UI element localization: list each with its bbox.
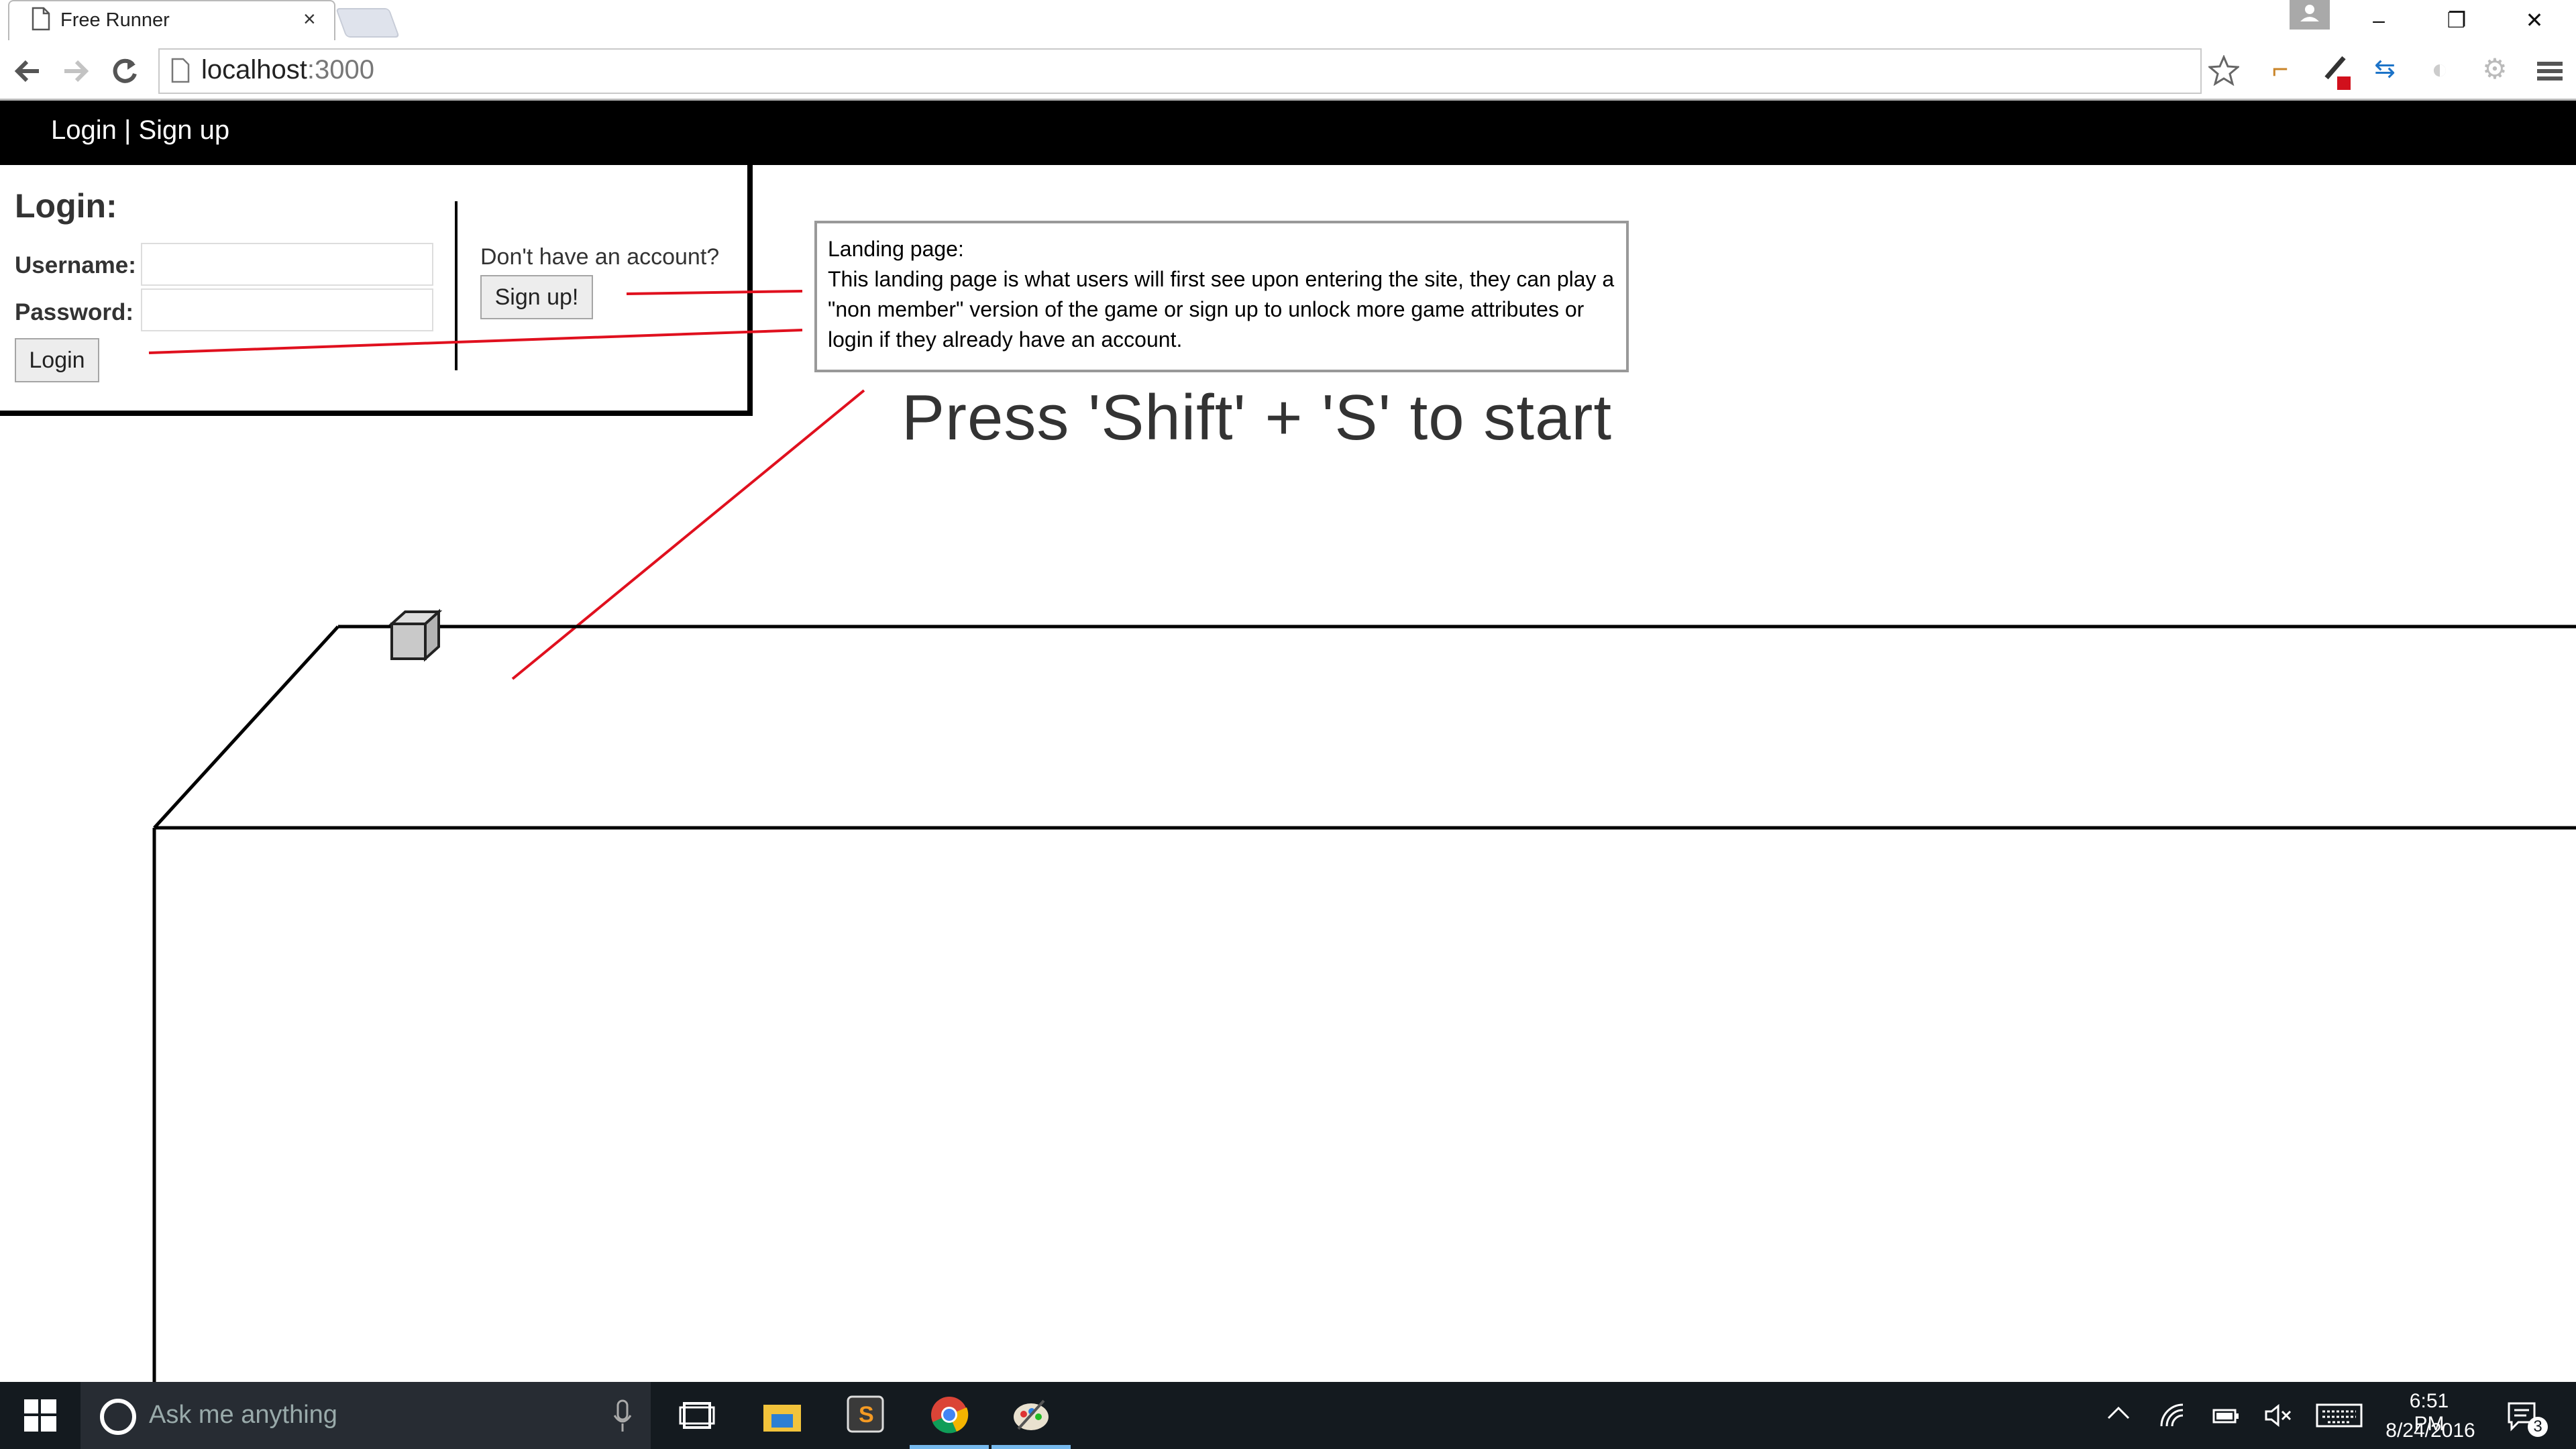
password-input[interactable]: [141, 288, 433, 331]
eyedropper-icon[interactable]: [2317, 54, 2352, 94]
platform-side-edge: [153, 625, 339, 829]
volume-muted-icon[interactable]: [2263, 1403, 2293, 1428]
restore-button[interactable]: ❐: [2418, 0, 2496, 40]
url-host: localhost: [201, 55, 307, 85]
new-tab-button[interactable]: [335, 8, 400, 38]
task-view-icon[interactable]: [679, 1399, 715, 1432]
forward-icon[interactable]: [59, 56, 91, 86]
chrome-icon[interactable]: [930, 1395, 969, 1434]
no-account-text: Don't have an account?: [480, 244, 720, 270]
login-button[interactable]: Login: [15, 338, 99, 382]
user-icon: [2300, 5, 2319, 21]
chrome-active-indicator: [910, 1445, 989, 1449]
bookmark-star-icon[interactable]: [2208, 55, 2239, 86]
panel-divider: [455, 201, 458, 370]
browser-tab[interactable]: [8, 0, 335, 40]
search-placeholder[interactable]: Ask me anything: [149, 1401, 337, 1430]
keyboard-icon[interactable]: [2316, 1402, 2363, 1429]
site-navbar: [0, 101, 2576, 165]
tab-title: Free Runner: [60, 9, 170, 31]
address-bar[interactable]: [158, 48, 2202, 94]
minimize-button[interactable]: –: [2340, 0, 2418, 40]
extension-bookmark-icon[interactable]: ⌐: [2265, 54, 2296, 85]
close-window-button[interactable]: ✕: [2496, 0, 2573, 40]
notification-badge: 3: [2528, 1417, 2548, 1437]
paint-active-indicator: [991, 1445, 1071, 1449]
wifi-icon[interactable]: [2159, 1402, 2187, 1429]
login-heading: Login:: [15, 187, 117, 225]
svg-text:S: S: [859, 1402, 874, 1428]
url-text[interactable]: localhost:3000: [201, 55, 374, 85]
player-cube: [388, 608, 443, 662]
cortana-icon[interactable]: [98, 1397, 138, 1437]
paint-icon[interactable]: [1012, 1395, 1051, 1434]
page-icon: [32, 7, 50, 31]
url-port: :3000: [307, 55, 374, 85]
annotation-note: Landing page: This landing page is what …: [814, 221, 1629, 372]
clock-date[interactable]: 8/24/2016: [2380, 1419, 2481, 1442]
profile-button[interactable]: [2290, 0, 2330, 30]
sublime-text-icon[interactable]: S: [847, 1395, 884, 1433]
sync-arrows-icon[interactable]: ⇆: [2369, 54, 2400, 85]
password-label: Password:: [15, 299, 133, 325]
file-explorer-icon[interactable]: [762, 1398, 802, 1433]
page-icon: [171, 58, 190, 83]
annotation-title: Landing page:: [828, 237, 964, 261]
annotation-body: This landing page is what users will fir…: [828, 267, 1615, 352]
back-icon[interactable]: [12, 56, 44, 86]
login-signup-link[interactable]: Login | Sign up: [51, 115, 229, 146]
menu-icon[interactable]: [2537, 59, 2563, 83]
chevron-up-icon[interactable]: [2106, 1405, 2131, 1421]
extension-gear-icon[interactable]: ⚙: [2479, 54, 2510, 85]
reload-icon[interactable]: [109, 55, 141, 87]
start-prompt: Press 'Shift' + 'S' to start: [902, 382, 1613, 453]
username-label: Username:: [15, 252, 136, 278]
username-input[interactable]: [141, 243, 433, 286]
close-tab-icon[interactable]: ×: [303, 7, 316, 32]
battery-icon[interactable]: [2211, 1403, 2241, 1428]
windows-start-icon[interactable]: [24, 1399, 56, 1432]
signup-button[interactable]: Sign up!: [480, 275, 593, 319]
microphone-icon[interactable]: [612, 1399, 633, 1433]
extension-circle-icon[interactable]: ◐: [2424, 54, 2455, 85]
annotation-line-game: [511, 389, 865, 680]
